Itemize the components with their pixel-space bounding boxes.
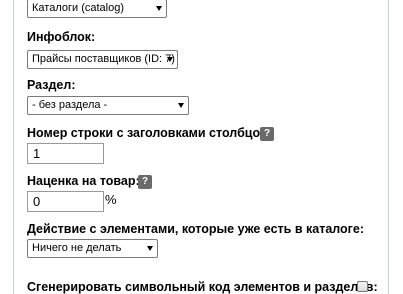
left-border <box>13 0 14 294</box>
help-icon[interactable]: ? <box>260 127 274 141</box>
iblock-select-value: Прайсы поставщиков (ID: 7) <box>32 53 175 65</box>
chevron-down-icon <box>167 57 173 62</box>
header-row-input[interactable] <box>27 143 104 164</box>
markup-input[interactable] <box>27 191 104 212</box>
iblock-select[interactable]: Прайсы поставщиков (ID: 7) <box>27 50 178 69</box>
existing-action-label: Действие с элементами, которые уже есть … <box>27 222 364 236</box>
chevron-down-icon <box>156 6 162 11</box>
markup-label: Наценка на товар: <box>27 174 140 188</box>
iblock-label: Инфоблок: <box>27 30 96 44</box>
chevron-down-icon <box>147 246 153 251</box>
catalog-select-value: Каталоги (catalog) <box>32 2 124 14</box>
existing-action-select-value: Ничего не делать <box>32 242 122 254</box>
catalog-select[interactable]: Каталоги (catalog) <box>27 0 167 18</box>
generate-code-label: Сгенерировать символьный код элементов и… <box>27 280 378 294</box>
percent-unit: % <box>105 192 117 207</box>
right-border <box>388 0 389 294</box>
section-label: Раздел: <box>27 78 76 92</box>
section-select-value: - без раздела - <box>32 99 108 111</box>
existing-action-select[interactable]: Ничего не делать <box>27 239 158 258</box>
section-select[interactable]: - без раздела - <box>27 96 189 115</box>
chevron-down-icon <box>178 103 184 108</box>
help-icon[interactable]: ? <box>138 175 152 189</box>
header-row-label: Номер строки с заголовками столбцов: <box>27 126 272 140</box>
import-settings-form: Каталоги (catalog) Инфоблок: Прайсы пост… <box>0 0 403 294</box>
generate-code-checkbox[interactable] <box>357 281 368 292</box>
